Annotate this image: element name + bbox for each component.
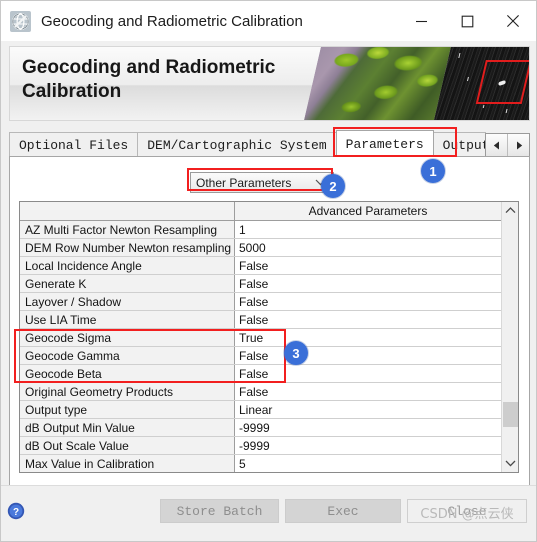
chevron-down-icon[interactable] xyxy=(502,455,518,472)
parameters-panel: Other Parameters Advanced Parameters AZ … xyxy=(9,156,530,486)
tab-scroll-buttons xyxy=(485,133,530,157)
parameter-value-cell[interactable]: -9999 xyxy=(235,437,501,454)
parameter-value-cell[interactable]: 5 xyxy=(235,455,501,472)
parameter-group-value: Other Parameters xyxy=(196,175,292,190)
close-icon[interactable] xyxy=(490,1,536,41)
tab-parameters[interactable]: Parameters xyxy=(335,130,434,157)
annotation-badge-2: 2 xyxy=(321,174,345,198)
help-question-icon[interactable]: ? xyxy=(7,502,25,520)
exec-label: Exec xyxy=(327,503,359,519)
parameter-value-cell[interactable]: 1 xyxy=(235,221,501,238)
tab-label: Optional Files xyxy=(19,137,129,153)
banner: Geocoding and Radiometric Calibration xyxy=(9,46,530,121)
table-row[interactable]: AZ Multi Factor Newton Resampling 1 xyxy=(20,221,501,239)
parameter-value-cell[interactable]: False xyxy=(235,365,501,382)
parameter-name-cell: dB Out Scale Value xyxy=(20,437,235,454)
store-batch-button[interactable]: Store Batch xyxy=(160,499,279,523)
badge-number: 1 xyxy=(429,163,437,179)
tab-strip: Optional Files DEM/Cartographic System P… xyxy=(9,130,530,157)
table-row[interactable]: Original Geometry Products False xyxy=(20,383,501,401)
tab-label: Parameters xyxy=(345,136,424,152)
parameter-name-cell: Layover / Shadow xyxy=(20,293,235,310)
parameter-name-cell: DEM Row Number Newton resampling xyxy=(20,239,235,256)
badge-number: 2 xyxy=(329,178,337,194)
tab-optional-files[interactable]: Optional Files xyxy=(9,132,139,157)
close-button[interactable]: Close xyxy=(407,499,527,523)
table-row[interactable]: DEM Row Number Newton resampling 5000 xyxy=(20,239,501,257)
tab-label: DEM/Cartographic System xyxy=(147,137,327,153)
table-row[interactable]: Use LIA Time False xyxy=(20,311,501,329)
window-controls xyxy=(398,1,536,41)
parameter-name-cell: Geocode Gamma xyxy=(20,347,235,364)
triangle-left-icon[interactable] xyxy=(486,134,508,156)
parameter-value-cell[interactable]: Linear xyxy=(235,401,501,418)
window-title: Geocoding and Radiometric Calibration xyxy=(41,12,303,30)
title-bar: Geocoding and Radiometric Calibration xyxy=(1,1,536,41)
tab-label: Output F xyxy=(442,137,486,153)
parameter-name-cell: Geocode Sigma xyxy=(20,329,235,346)
sar-roi-box xyxy=(475,60,529,104)
parameter-value-cell[interactable]: False xyxy=(235,257,501,274)
sar-image xyxy=(434,47,529,120)
table-row[interactable]: dB Output Min Value -9999 xyxy=(20,419,501,437)
table-header-value: Advanced Parameters xyxy=(235,202,501,220)
table-row[interactable]: Geocode Sigma True xyxy=(20,329,501,347)
triangle-right-icon[interactable] xyxy=(508,134,529,156)
table-row[interactable]: Geocode Beta False xyxy=(20,365,501,383)
parameter-group-select[interactable]: Other Parameters xyxy=(190,172,334,193)
parameter-name-cell: Max Value in Calibration xyxy=(20,455,235,472)
banner-heading: Geocoding and Radiometric Calibration xyxy=(22,57,276,102)
close-label: Close xyxy=(447,503,487,519)
table-row[interactable]: Generate K False xyxy=(20,275,501,293)
banner-image xyxy=(304,47,529,120)
table-row[interactable]: Local Incidence Angle False xyxy=(20,257,501,275)
tab-output-files[interactable]: Output F xyxy=(432,132,486,157)
table-vertical-scrollbar[interactable] xyxy=(501,202,518,472)
table-body-area: Advanced Parameters AZ Multi Factor Newt… xyxy=(20,202,501,472)
table-row[interactable]: Geocode Gamma False xyxy=(20,347,501,365)
store-batch-label: Store Batch xyxy=(176,503,263,519)
parameter-name-cell: Geocode Beta xyxy=(20,365,235,382)
aerial-photo-image xyxy=(304,47,451,120)
parameter-value-cell[interactable]: True xyxy=(235,329,501,346)
table-row[interactable]: Output type Linear xyxy=(20,401,501,419)
annotation-badge-1: 1 xyxy=(421,159,445,183)
table-row[interactable]: Max Value in Calibration 5 xyxy=(20,455,501,472)
globe-icon xyxy=(9,10,31,32)
parameter-value-cell[interactable]: False xyxy=(235,383,501,400)
scrollbar-thumb[interactable] xyxy=(503,402,518,427)
minimize-icon[interactable] xyxy=(398,1,444,41)
footer-bar: ? Store Batch Exec Close CSDN @点云侠 xyxy=(1,485,536,541)
parameter-name-cell: Output type xyxy=(20,401,235,418)
parameters-table: Advanced Parameters AZ Multi Factor Newt… xyxy=(19,201,519,473)
table-header-row: Advanced Parameters xyxy=(20,202,501,221)
parameter-name-cell: AZ Multi Factor Newton Resampling xyxy=(20,221,235,238)
maximize-icon[interactable] xyxy=(444,1,490,41)
svg-text:?: ? xyxy=(13,507,19,518)
parameter-name-cell: Generate K xyxy=(20,275,235,292)
application-window: Geocoding and Radiometric Calibration Ge… xyxy=(0,0,537,542)
parameter-value-cell[interactable]: False xyxy=(235,347,501,364)
parameter-value-cell[interactable]: -9999 xyxy=(235,419,501,436)
exec-button[interactable]: Exec xyxy=(285,499,401,523)
table-row[interactable]: Layover / Shadow False xyxy=(20,293,501,311)
annotation-badge-3: 3 xyxy=(284,341,308,365)
parameter-name-cell: Use LIA Time xyxy=(20,311,235,328)
tab-dem-cartographic-system[interactable]: DEM/Cartographic System xyxy=(137,132,337,157)
parameter-value-cell[interactable]: False xyxy=(235,293,501,310)
parameter-name-cell: Local Incidence Angle xyxy=(20,257,235,274)
chevron-up-icon[interactable] xyxy=(502,202,518,219)
parameter-name-cell: Original Geometry Products xyxy=(20,383,235,400)
table-row[interactable]: dB Out Scale Value -9999 xyxy=(20,437,501,455)
table-header-name xyxy=(20,202,235,220)
badge-number: 3 xyxy=(292,345,300,361)
parameter-value-cell[interactable]: False xyxy=(235,275,501,292)
parameter-value-cell[interactable]: False xyxy=(235,311,501,328)
parameter-name-cell: dB Output Min Value xyxy=(20,419,235,436)
parameter-value-cell[interactable]: 5000 xyxy=(235,239,501,256)
